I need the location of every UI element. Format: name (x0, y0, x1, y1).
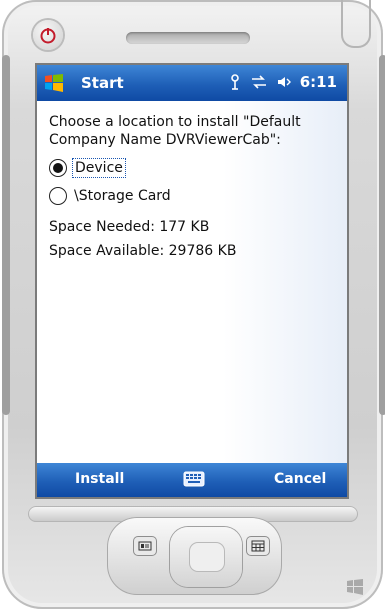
keyboard-icon[interactable] (183, 471, 205, 487)
title-bar: Start 6:11 (37, 65, 347, 101)
screen: Start 6:11 Choose a location to install … (37, 65, 347, 497)
option-storage-card[interactable]: \Storage Card (49, 187, 171, 205)
cancel-button[interactable]: Cancel (274, 471, 326, 487)
space-available: Space Available: 29786 KB (49, 243, 237, 259)
device-side-bar-right (379, 55, 385, 415)
install-prompt: Choose a location to install "Default Co… (49, 114, 301, 148)
windows-flag-icon[interactable] (43, 72, 65, 94)
space-needed: Space Needed: 177 KB (49, 219, 210, 235)
radio-device[interactable] (49, 159, 67, 177)
install-button[interactable]: Install (75, 471, 124, 487)
contacts-icon (138, 541, 152, 551)
option-device[interactable]: Device (49, 158, 126, 178)
speaker-grille (126, 32, 250, 44)
device-shell: Start 6:11 Choose a location to install … (2, 0, 385, 609)
power-button[interactable] (33, 20, 63, 50)
option-device-label[interactable]: Device (72, 158, 126, 178)
sync-icon[interactable] (250, 74, 268, 90)
dpad-center-button[interactable] (190, 543, 224, 571)
soft-key-bar: Install Cancel (37, 463, 347, 497)
stylus-slot (341, 0, 371, 48)
app-title: Start (81, 74, 124, 92)
power-icon (40, 28, 56, 44)
signal-icon[interactable] (228, 73, 242, 91)
volume-icon[interactable] (276, 74, 292, 90)
install-dialog: Choose a location to install "Default Co… (37, 101, 347, 447)
status-icons: 6:11 (228, 73, 337, 91)
right-softkey-hardware-button[interactable] (247, 537, 269, 555)
option-storage-card-label[interactable]: \Storage Card (74, 188, 171, 204)
left-softkey-hardware-button[interactable] (134, 537, 156, 555)
clock[interactable]: 6:11 (300, 73, 337, 91)
calendar-icon (251, 540, 265, 552)
radio-storage-card[interactable] (49, 187, 67, 205)
device-side-bar-left (2, 55, 10, 415)
windows-logo-icon (347, 579, 363, 595)
